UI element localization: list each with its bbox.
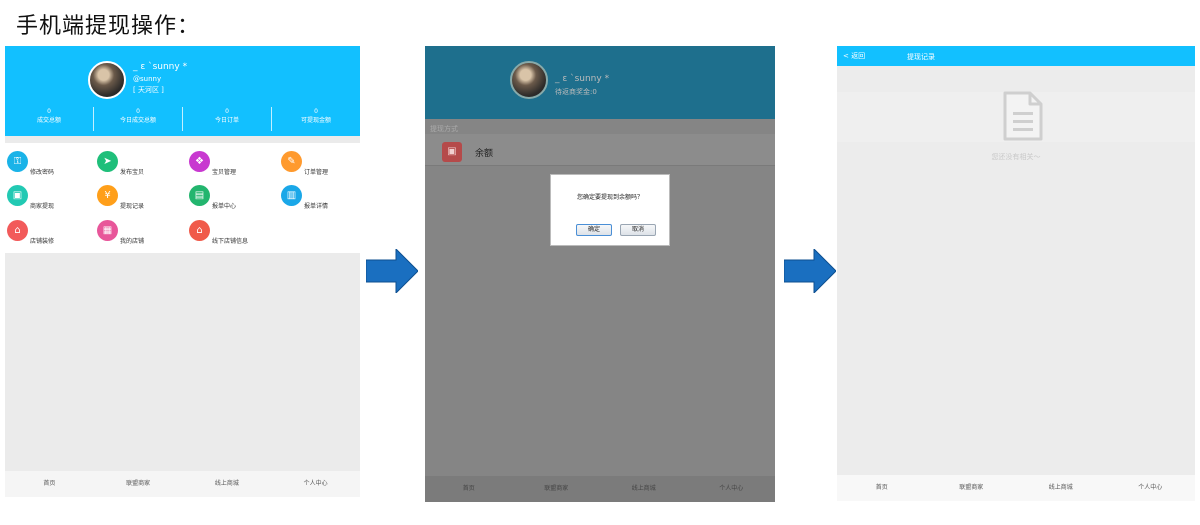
screen-personal-center: _ ε `sunny * @sunny [ 天河区 ] 0 成交总额 0 今日成交总… bbox=[5, 46, 360, 497]
screen-withdraw-record: < 返回 提现记录 您还没有相关～ 首页 联盟商家 线上商城 个人中心 bbox=[837, 46, 1195, 501]
row-label: 余额 bbox=[475, 149, 494, 159]
ok-button[interactable]: 确定 bbox=[576, 224, 612, 236]
menu-label: 订单管理 bbox=[304, 169, 329, 176]
nav-home[interactable]: 首页 bbox=[5, 471, 94, 497]
dialog-message: 您确定要提现到余额吗？ bbox=[576, 194, 643, 201]
menu-label: 线下店铺信息 bbox=[212, 238, 249, 245]
menu-item-report-center[interactable]: ▤ 报单中心 bbox=[189, 185, 279, 211]
menu-item-shop-decor[interactable]: ⌂ 店铺装修 bbox=[7, 220, 97, 246]
stat-label: 成交总额 bbox=[36, 117, 61, 124]
menu-item-report-detail[interactable]: ▥ 报单详情 bbox=[281, 185, 360, 211]
confirm-dialog: 您确定要提现到余额吗？ 确定 取消 bbox=[550, 174, 670, 246]
menu-label: 发布宝贝 bbox=[120, 169, 145, 176]
section-label: 提现方式 bbox=[430, 125, 458, 133]
flow-arrow-icon bbox=[784, 249, 836, 293]
wallet-icon: ▣ bbox=[442, 142, 462, 162]
page-title: 提现记录 bbox=[907, 53, 935, 61]
nav-personal-center[interactable]: 个人中心 bbox=[1106, 475, 1196, 501]
nav-personal-center[interactable]: 个人中心 bbox=[688, 476, 776, 502]
menu-label: 提现记录 bbox=[120, 203, 145, 210]
user-handle: @sunny bbox=[133, 75, 162, 83]
stat-label: 可提现金额 bbox=[300, 117, 331, 124]
withdraw-method-balance[interactable]: ▣ 余额 bbox=[425, 134, 775, 166]
menu-item-offline-shop-info[interactable]: ⌂ 线下店铺信息 bbox=[189, 220, 279, 246]
stat-today-sales[interactable]: 0 今日成交总额 bbox=[94, 107, 183, 131]
my-shop-icon: ▦ bbox=[97, 220, 118, 241]
page-heading: 手机端提现操作： bbox=[16, 14, 201, 39]
menu-grid: ⚿ 修改密码 ➤ 发布宝贝 ❖ 宝贝管理 ✎ 订单管理 ▣ 商家提现 ¥ 提现记录 ▤ 报单中… bbox=[5, 143, 360, 253]
menu-item-order-manage[interactable]: ✎ 订单管理 bbox=[281, 151, 360, 177]
nav-online-mall[interactable]: 线上商城 bbox=[600, 476, 688, 502]
avatar[interactable] bbox=[88, 61, 126, 99]
menu-item-withdraw-record[interactable]: ¥ 提现记录 bbox=[97, 185, 187, 211]
username: _ ε `sunny * bbox=[133, 62, 188, 72]
stat-withdrawable[interactable]: 0 可提现金额 bbox=[272, 107, 360, 131]
menu-item-merchant-withdraw[interactable]: ▣ 商家提现 bbox=[7, 185, 97, 211]
flow-arrow-icon bbox=[366, 249, 418, 293]
document-icon bbox=[1003, 91, 1043, 141]
shop-decor-icon: ⌂ bbox=[7, 220, 28, 241]
menu-label: 报单详情 bbox=[304, 203, 329, 210]
profile-header: _ ε `sunny * @sunny [ 天河区 ] 0 成交总额 0 今日成交总… bbox=[5, 46, 360, 136]
back-button[interactable]: < 返回 bbox=[843, 51, 865, 61]
nav-online-mall[interactable]: 线上商城 bbox=[183, 471, 272, 497]
nav-home[interactable]: 首页 bbox=[837, 475, 927, 501]
offline-shop-icon: ⌂ bbox=[189, 220, 210, 241]
menu-label: 修改密码 bbox=[30, 169, 55, 176]
stat-value: 0 bbox=[47, 108, 51, 115]
report-detail-icon: ▥ bbox=[281, 185, 302, 206]
user-region: [ 天河区 ] bbox=[133, 86, 164, 94]
nav-personal-center[interactable]: 个人中心 bbox=[271, 471, 360, 497]
report-center-icon: ▤ bbox=[189, 185, 210, 206]
menu-label: 我的店铺 bbox=[120, 238, 145, 245]
gift-icon: ❖ bbox=[189, 151, 210, 172]
stat-label: 今日成交总额 bbox=[119, 117, 156, 124]
screen-withdraw-confirm: _ ε `sunny * 待返商奖金:0 提现方式 ▣ 余额 您确定要提现到余额… bbox=[425, 46, 775, 502]
menu-label: 宝贝管理 bbox=[212, 169, 237, 176]
nav-alliance[interactable]: 联盟商家 bbox=[513, 476, 601, 502]
send-icon: ➤ bbox=[97, 151, 118, 172]
menu-label: 报单中心 bbox=[212, 203, 237, 210]
profile-header: _ ε `sunny * 待返商奖金:0 bbox=[425, 46, 775, 119]
menu-label: 店铺装修 bbox=[30, 238, 55, 245]
menu-label: 商家提现 bbox=[30, 203, 55, 210]
menu-item-publish[interactable]: ➤ 发布宝贝 bbox=[97, 151, 187, 177]
withdraw-icon: ▣ bbox=[7, 185, 28, 206]
top-bar: < 返回 提现记录 bbox=[837, 46, 1195, 66]
menu-item-my-shop[interactable]: ▦ 我的店铺 bbox=[97, 220, 187, 246]
menu-item-goods-manage[interactable]: ❖ 宝贝管理 bbox=[189, 151, 279, 177]
nav-alliance[interactable]: 联盟商家 bbox=[94, 471, 183, 497]
empty-text: 您还没有相关～ bbox=[991, 153, 1041, 161]
bottom-nav: 首页 联盟商家 线上商城 个人中心 bbox=[837, 475, 1195, 501]
bonus-text: 待返商奖金:0 bbox=[555, 88, 597, 96]
username: _ ε `sunny * bbox=[555, 74, 610, 84]
record-icon: ¥ bbox=[97, 185, 118, 206]
stat-value: 0 bbox=[225, 108, 229, 115]
nav-online-mall[interactable]: 线上商城 bbox=[1016, 475, 1106, 501]
cancel-button[interactable]: 取消 bbox=[620, 224, 656, 236]
nav-alliance[interactable]: 联盟商家 bbox=[927, 475, 1017, 501]
bottom-nav: 首页 联盟商家 线上商城 个人中心 bbox=[5, 471, 360, 497]
nav-home[interactable]: 首页 bbox=[425, 476, 513, 502]
stats-bar: 0 成交总额 0 今日成交总额 0 今日订单 0 可提现金额 bbox=[5, 107, 360, 131]
stat-value: 0 bbox=[136, 108, 140, 115]
stat-value: 0 bbox=[314, 108, 318, 115]
key-icon: ⚿ bbox=[7, 151, 28, 172]
stat-total-sales[interactable]: 0 成交总额 bbox=[5, 107, 94, 131]
stat-label: 今日订单 bbox=[214, 117, 239, 124]
avatar bbox=[510, 61, 548, 99]
menu-item-change-password[interactable]: ⚿ 修改密码 bbox=[7, 151, 97, 177]
stat-today-orders[interactable]: 0 今日订单 bbox=[183, 107, 272, 131]
bottom-nav: 首页 联盟商家 线上商城 个人中心 bbox=[425, 476, 775, 502]
order-icon: ✎ bbox=[281, 151, 302, 172]
